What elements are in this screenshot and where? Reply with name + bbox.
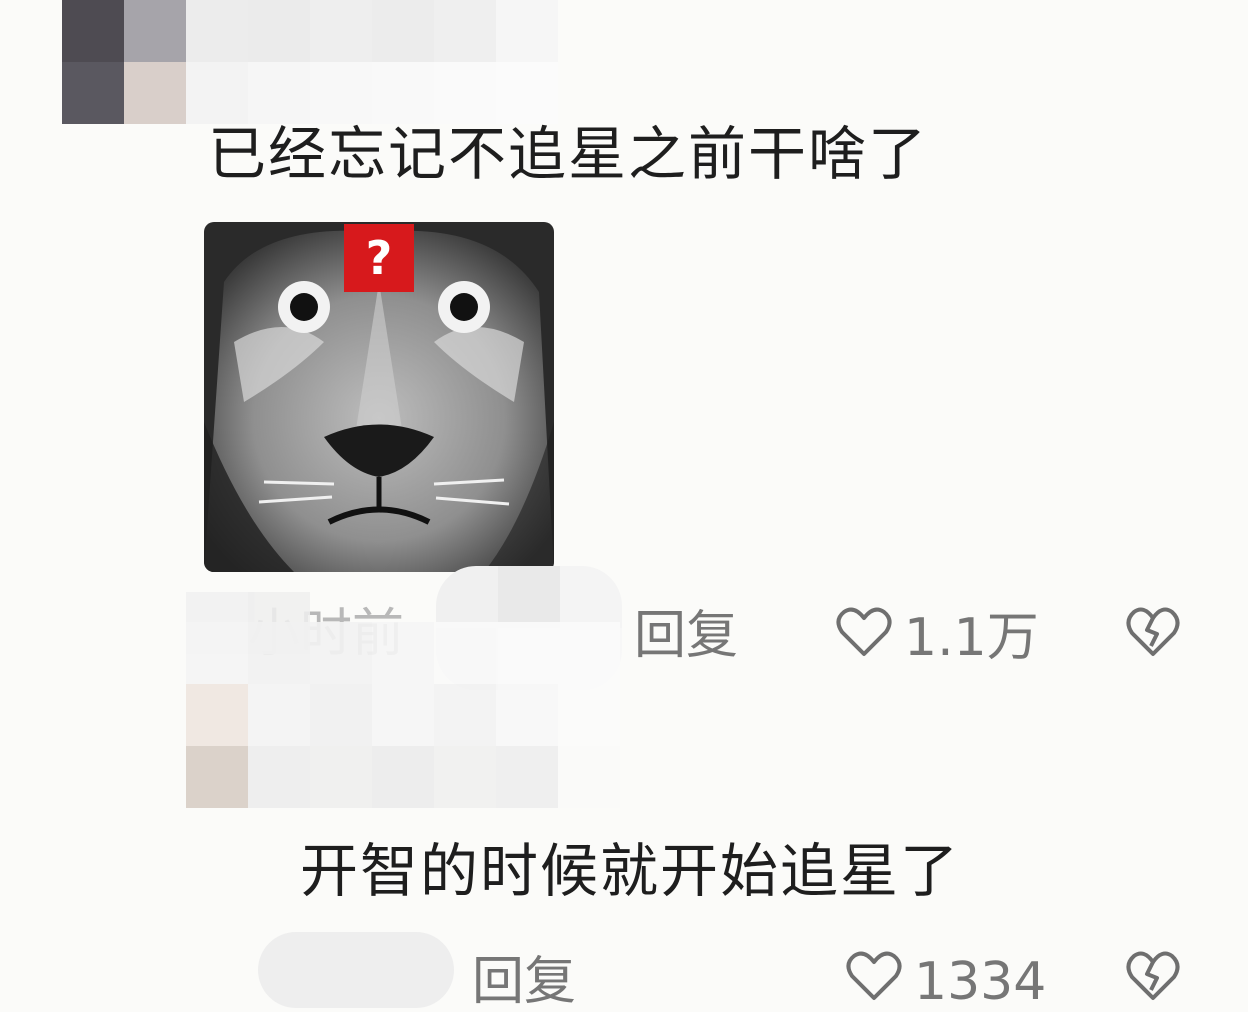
like-count-1: 1.1万 xyxy=(904,608,1039,668)
comment-text-1: 已经忘记不追星之前干啥了 xyxy=(208,120,929,188)
heart-outline-icon xyxy=(846,951,902,1000)
comment-text-2: 开智的时候就开始追星了 xyxy=(300,837,961,905)
reply-button-2[interactable]: 回复 xyxy=(472,956,576,1008)
question-badge-text: ? xyxy=(365,231,393,285)
broken-heart-icon xyxy=(1126,951,1180,1000)
like-button-1[interactable] xyxy=(836,606,892,658)
like-count-2: 1334 xyxy=(914,952,1047,1012)
reply-button-1[interactable]: 回复 xyxy=(634,610,738,662)
blurred-username-1 xyxy=(62,0,558,124)
comment-sticker-image[interactable]: ? xyxy=(204,222,554,572)
blurred-username-2 xyxy=(186,622,620,808)
dislike-button-1[interactable] xyxy=(1126,606,1180,658)
like-button-2[interactable] xyxy=(846,950,902,1002)
blurred-time-2 xyxy=(258,932,454,1008)
heart-outline-icon xyxy=(836,607,892,656)
question-badge: ? xyxy=(344,224,414,292)
dislike-button-2[interactable] xyxy=(1126,950,1180,1002)
broken-heart-icon xyxy=(1126,607,1180,656)
